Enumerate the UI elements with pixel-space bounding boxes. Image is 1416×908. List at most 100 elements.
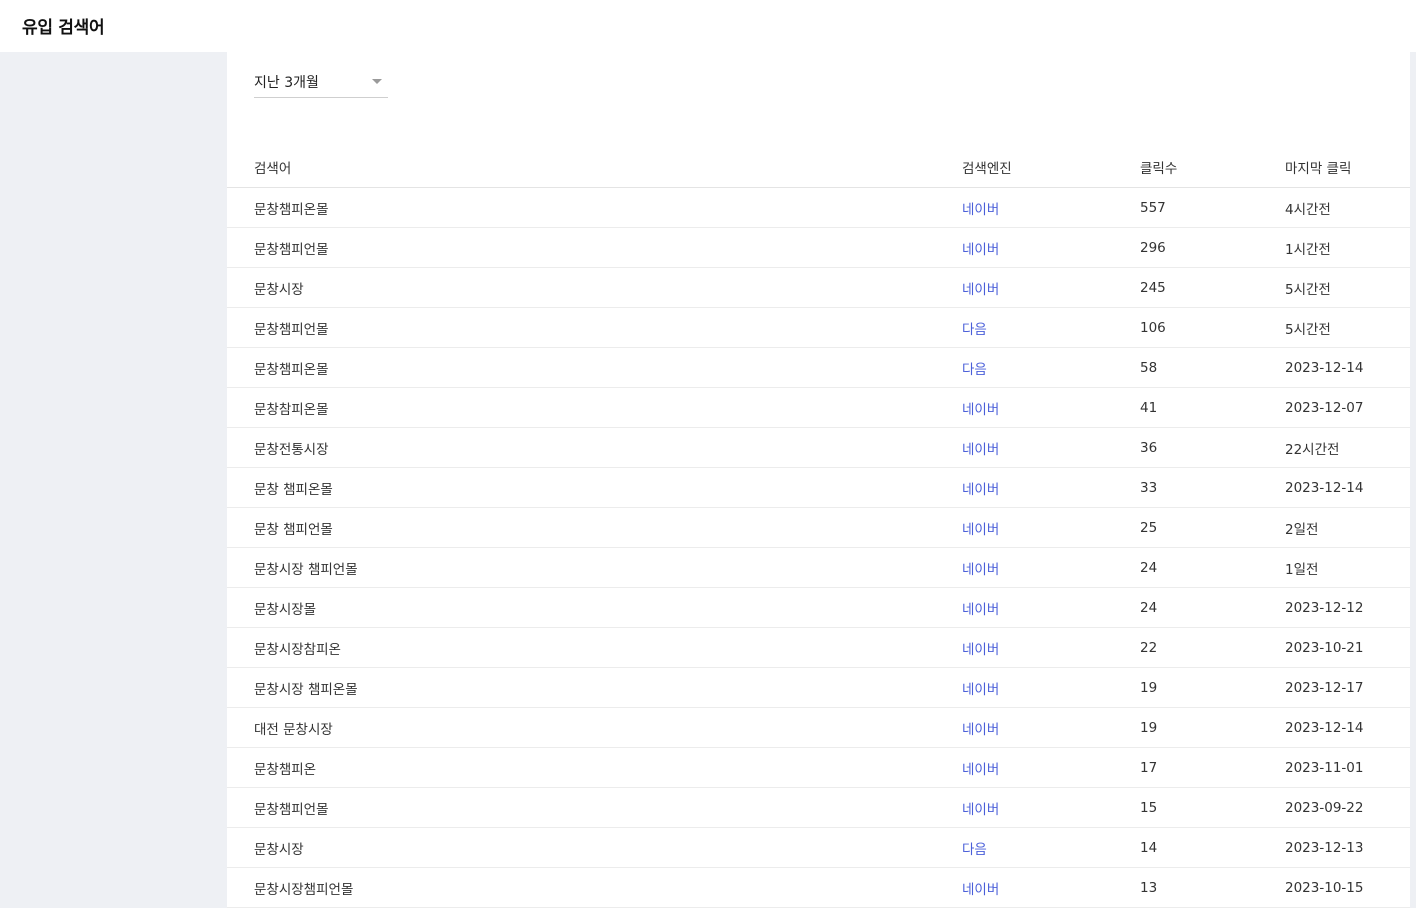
last-click-cell: 22시간전 [1285, 427, 1410, 468]
keyword-table: 검색어 검색엔진 클릭수 마지막 클릭 문창챔피온몰 네이버 557 4시간전 문창챔피… [227, 147, 1410, 908]
last-click-cell: 5시간전 [1285, 307, 1410, 348]
engine-link[interactable]: 네이버 [962, 882, 999, 898]
table-row: 문창시장 챔피온몰 네이버 19 2023-12-17 [227, 667, 1410, 708]
engine-link[interactable]: 네이버 [962, 442, 999, 458]
table-header-row: 검색어 검색엔진 클릭수 마지막 클릭 [227, 147, 1410, 188]
keyword-cell: 문창챔피온몰 [227, 347, 962, 388]
table-row: 문창 챔피언몰 네이버 25 2일전 [227, 507, 1410, 548]
clicks-cell: 25 [1140, 507, 1285, 548]
table-row: 문창시장참피온 네이버 22 2023-10-21 [227, 627, 1410, 668]
column-header-last-click: 마지막 클릭 [1285, 147, 1410, 188]
keyword-cell: 문창시장참피온 [227, 627, 962, 668]
clicks-cell: 17 [1140, 747, 1285, 788]
engine-cell: 네이버 [962, 427, 1140, 468]
last-click-cell: 2023-12-17 [1285, 667, 1410, 708]
engine-link[interactable]: 다음 [962, 322, 987, 338]
keyword-cell: 문창시장 [227, 267, 962, 308]
engine-cell: 네이버 [962, 707, 1140, 748]
clicks-cell: 58 [1140, 347, 1285, 388]
engine-cell: 네이버 [962, 667, 1140, 708]
keyword-cell: 문창 챔피언몰 [227, 507, 962, 548]
main-content: 지난 3개월 검색어 검색엔진 클릭수 마지막 클릭 문창챔피온몰 네이버 557 4… [227, 52, 1410, 908]
keyword-cell: 문창챔피언몰 [227, 307, 962, 348]
table-row: 문창챔피온몰 네이버 557 4시간전 [227, 187, 1410, 228]
engine-link[interactable]: 네이버 [962, 802, 999, 818]
sidebar [0, 52, 227, 908]
engine-cell: 네이버 [962, 867, 1140, 908]
last-click-cell: 4시간전 [1285, 187, 1410, 228]
table-row: 문창챔피언몰 네이버 15 2023-09-22 [227, 787, 1410, 828]
table-row: 문창시장몰 네이버 24 2023-12-12 [227, 587, 1410, 628]
engine-cell: 네이버 [962, 387, 1140, 428]
engine-link[interactable]: 네이버 [962, 762, 999, 778]
engine-cell: 네이버 [962, 587, 1140, 628]
last-click-cell: 2023-10-21 [1285, 627, 1410, 668]
keyword-cell: 대전 문창시장 [227, 707, 962, 748]
keyword-cell: 문창시장챔피언몰 [227, 867, 962, 908]
page-header: 유입 검색어 [0, 0, 1416, 52]
engine-cell: 네이버 [962, 787, 1140, 828]
engine-link[interactable]: 네이버 [962, 562, 999, 578]
last-click-cell: 2023-09-22 [1285, 787, 1410, 828]
engine-cell: 네이버 [962, 227, 1140, 268]
clicks-cell: 15 [1140, 787, 1285, 828]
clicks-cell: 41 [1140, 387, 1285, 428]
engine-link[interactable]: 네이버 [962, 522, 999, 538]
clicks-cell: 245 [1140, 267, 1285, 308]
engine-cell: 다음 [962, 347, 1140, 388]
clicks-cell: 33 [1140, 467, 1285, 508]
page-title: 유입 검색어 [22, 18, 105, 38]
last-click-cell: 2일전 [1285, 507, 1410, 548]
engine-link[interactable]: 네이버 [962, 722, 999, 738]
engine-cell: 네이버 [962, 467, 1140, 508]
keyword-cell: 문창전통시장 [227, 427, 962, 468]
table-row: 대전 문창시장 네이버 19 2023-12-14 [227, 707, 1410, 748]
clicks-cell: 24 [1140, 587, 1285, 628]
last-click-cell: 1시간전 [1285, 227, 1410, 268]
clicks-cell: 24 [1140, 547, 1285, 588]
engine-link[interactable]: 네이버 [962, 242, 999, 258]
last-click-cell: 5시간전 [1285, 267, 1410, 308]
engine-cell: 네이버 [962, 267, 1140, 308]
engine-cell: 다음 [962, 827, 1140, 868]
table-row: 문창전통시장 네이버 36 22시간전 [227, 427, 1410, 468]
table-row: 문창챔피온몰 다음 58 2023-12-14 [227, 347, 1410, 388]
clicks-cell: 19 [1140, 707, 1285, 748]
engine-link[interactable]: 네이버 [962, 602, 999, 618]
engine-link[interactable]: 네이버 [962, 682, 999, 698]
clicks-cell: 19 [1140, 667, 1285, 708]
engine-cell: 다음 [962, 307, 1140, 348]
table-row: 문창챔피온 네이버 17 2023-11-01 [227, 747, 1410, 788]
table-body: 문창챔피온몰 네이버 557 4시간전 문창챔피언몰 네이버 296 1시간전 문창시장 네이버 2… [227, 187, 1410, 908]
period-select[interactable]: 지난 3개월 [254, 68, 388, 98]
table-row: 문창챔피언몰 네이버 296 1시간전 [227, 227, 1410, 268]
column-header-keyword: 검색어 [227, 147, 962, 188]
clicks-cell: 296 [1140, 227, 1285, 268]
engine-link[interactable]: 네이버 [962, 282, 999, 298]
table-row: 문창챔피언몰 다음 106 5시간전 [227, 307, 1410, 348]
keyword-cell: 문창참피온몰 [227, 387, 962, 428]
engine-cell: 네이버 [962, 507, 1140, 548]
engine-link[interactable]: 네이버 [962, 202, 999, 218]
engine-link[interactable]: 다음 [962, 362, 987, 378]
keyword-cell: 문창시장 [227, 827, 962, 868]
clicks-cell: 557 [1140, 187, 1285, 228]
clicks-cell: 14 [1140, 827, 1285, 868]
engine-cell: 네이버 [962, 547, 1140, 588]
last-click-cell: 2023-11-01 [1285, 747, 1410, 788]
last-click-cell: 2023-10-15 [1285, 867, 1410, 908]
last-click-cell: 2023-12-14 [1285, 467, 1410, 508]
last-click-cell: 1일전 [1285, 547, 1410, 588]
engine-link[interactable]: 네이버 [962, 482, 999, 498]
engine-link[interactable]: 네이버 [962, 642, 999, 658]
period-select-value: 지난 3개월 [254, 75, 319, 91]
engine-cell: 네이버 [962, 627, 1140, 668]
engine-link[interactable]: 다음 [962, 842, 987, 858]
last-click-cell: 2023-12-07 [1285, 387, 1410, 428]
caret-down-icon [372, 79, 382, 84]
keyword-cell: 문창챔피온몰 [227, 187, 962, 228]
engine-cell: 네이버 [962, 187, 1140, 228]
engine-link[interactable]: 네이버 [962, 402, 999, 418]
clicks-cell: 36 [1140, 427, 1285, 468]
table-row: 문창시장챔피언몰 네이버 13 2023-10-15 [227, 867, 1410, 908]
